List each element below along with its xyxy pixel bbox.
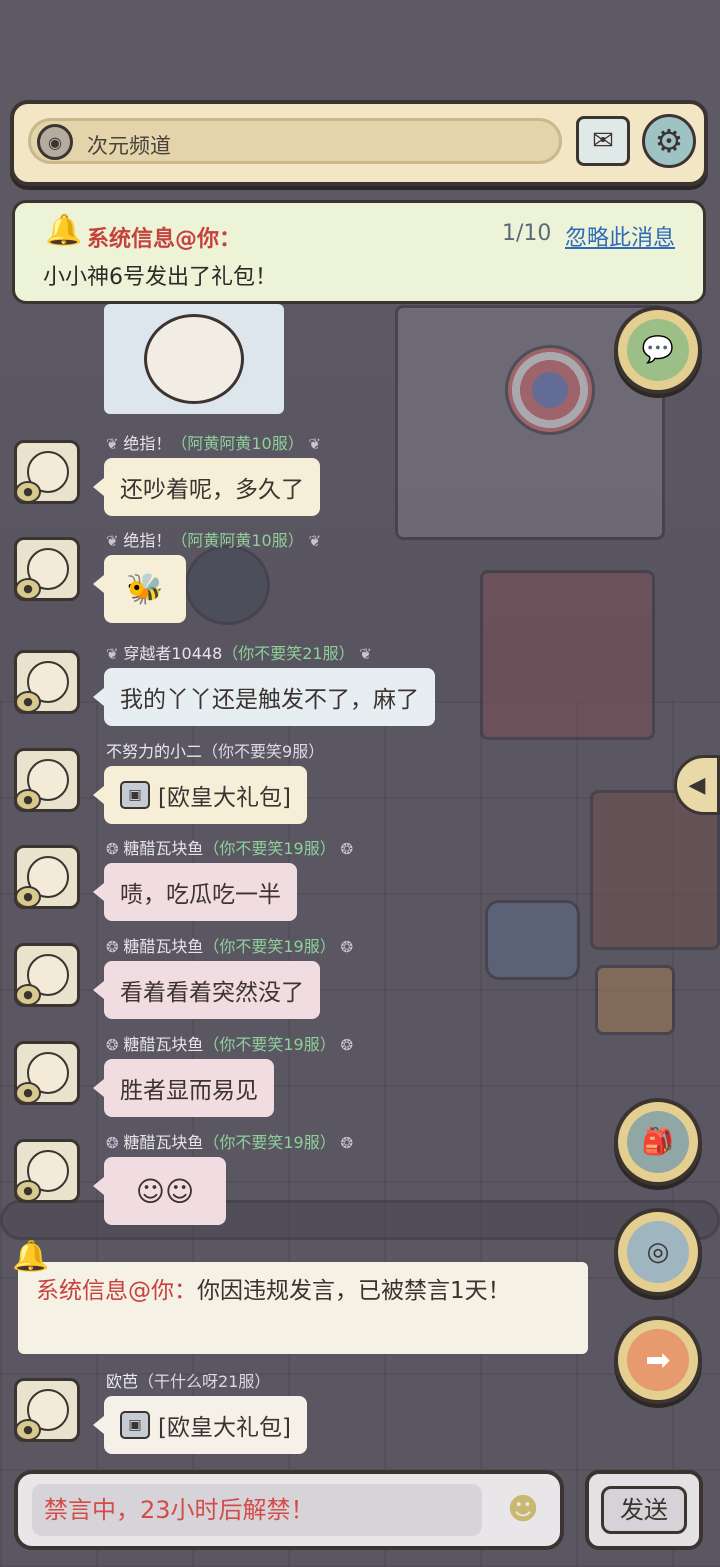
sticker-bubble[interactable]: 🐝 <box>93 555 186 623</box>
backpack-icon: 🎒 <box>641 1127 675 1157</box>
avatar[interactable]: ● <box>14 1378 80 1442</box>
face-emoji-icon: ☺☺ <box>135 1174 195 1208</box>
system-label: 系统信息@你： <box>36 1278 197 1304</box>
portal-icon: ◎ <box>646 1237 670 1267</box>
bee-sticker-icon: 🐝 <box>126 571 164 607</box>
system-mute-message: 🔔 系统信息@你：你因违规发言，已被禁言1天！ <box>12 1240 588 1354</box>
system-notice-banner: 🔔 系统信息@你： 1/10 忽略此消息 小小神6号发出了礼包！ <box>12 200 706 304</box>
avatar[interactable]: ● <box>14 845 80 909</box>
bell-icon: 🔔 <box>45 213 83 248</box>
eye-icon: ● <box>17 886 41 906</box>
robot-prop <box>485 900 580 980</box>
channel-selector[interactable]: ◉ 次元频道 <box>28 118 562 164</box>
title-badge-icon: ❦ <box>106 645 124 663</box>
channel-name: 次元频道 <box>87 134 171 158</box>
avatar[interactable]: ● <box>14 1041 80 1105</box>
sender-name: ❦ 绝指！（阿黄阿黄10服） ❦ <box>106 531 322 550</box>
avatar[interactable]: ● <box>14 537 80 601</box>
ignore-message-link[interactable]: 忽略此消息 <box>565 220 675 252</box>
message-text: 胜者显而易见 <box>120 1078 258 1104</box>
eye-icon: ● <box>17 578 41 598</box>
system-text: 你因违规发言，已被禁言1天！ <box>197 1278 511 1304</box>
avatar[interactable]: ● <box>14 650 80 714</box>
message-bubble[interactable]: 胜者显而易见 <box>93 1059 274 1117</box>
sender-name: ❦ 绝指！（阿黄阿黄10服） ❦ <box>106 434 322 453</box>
monitor-prop <box>185 545 270 625</box>
sender-name: ❂ 糖醋瓦块鱼（你不要笑19服） ❂ <box>106 1035 354 1054</box>
title-badge-icon: ❦ <box>106 532 124 550</box>
message-bubble[interactable]: 啧，吃瓜吃一半 <box>93 863 297 921</box>
gift-bubble[interactable]: ▣ [欧皇大礼包] <box>93 1396 307 1454</box>
send-button[interactable]: 发送 <box>585 1470 703 1550</box>
next-button[interactable]: ➡ <box>614 1316 702 1404</box>
sticker-image[interactable] <box>104 304 284 414</box>
parcel-prop <box>595 965 675 1035</box>
message-text: 啧，吃瓜吃一半 <box>120 882 281 908</box>
title-badge-icon: ❂ <box>106 1036 124 1054</box>
gift-icon: ▣ <box>120 781 150 809</box>
notice-body: 小小神6号发出了礼包！ <box>43 265 277 290</box>
title-badge-icon: ❂ <box>106 938 124 956</box>
notice-title: 系统信息@你： <box>87 227 242 252</box>
gear-icon: ⚙ <box>654 122 684 160</box>
eye-icon: ● <box>17 1082 41 1102</box>
message-bubble[interactable]: 看着看着突然没了 <box>93 961 320 1019</box>
message-bubble[interactable]: 还吵着呢，多久了 <box>93 458 320 516</box>
title-badge-icon: ❂ <box>106 1134 124 1152</box>
message-input-bar: 禁言中，23小时后解禁！ ☻ <box>14 1470 564 1550</box>
backpack-button[interactable]: 🎒 <box>614 1098 702 1186</box>
portal-button[interactable]: ◎ <box>614 1208 702 1296</box>
title-badge-icon: ❦ <box>106 435 124 453</box>
triangle-left-icon: ◀ <box>688 772 706 798</box>
avatar[interactable]: ● <box>14 943 80 1007</box>
message-text: 看着看着突然没了 <box>120 980 304 1006</box>
emoji-icon[interactable]: ☻ <box>498 1484 548 1536</box>
sticker-bubble[interactable]: ☺☺ <box>93 1157 226 1225</box>
eye-icon: ● <box>17 481 41 501</box>
gift-bubble[interactable]: ▣ [欧皇大礼包] <box>93 766 307 824</box>
shield-prop <box>505 345 595 435</box>
bell-icon: 🔔 <box>12 1239 50 1274</box>
eye-icon: ● <box>17 1419 41 1439</box>
sender-name: 欧芭（干什么呀21服） <box>106 1372 271 1391</box>
mail-icon: ✉ <box>592 126 614 156</box>
notice-counter: 1/10 <box>502 221 552 246</box>
sender-name: ❂ 糖醋瓦块鱼（你不要笑19服） ❂ <box>106 1133 354 1152</box>
message-text: [欧皇大礼包] <box>158 1415 291 1441</box>
message-text: [欧皇大礼包] <box>158 785 291 811</box>
sender-name: 不努力的小二（你不要笑9服） <box>106 742 325 761</box>
message-bubble[interactable]: 我的丫丫还是触发不了，麻了 <box>93 668 435 726</box>
eye-icon: ● <box>17 691 41 711</box>
message-text: 我的丫丫还是触发不了，麻了 <box>120 687 419 713</box>
title-badge-icon: ❂ <box>106 840 124 858</box>
avatar[interactable]: ● <box>14 1139 80 1203</box>
avatar[interactable]: ● <box>14 748 80 812</box>
portal-icon: ◉ <box>37 124 73 160</box>
eye-icon: ● <box>17 1180 41 1200</box>
sender-name: ❂ 糖醋瓦块鱼（你不要笑19服） ❂ <box>106 937 354 956</box>
eye-icon: ● <box>17 984 41 1004</box>
muted-input-field[interactable]: 禁言中，23小时后解禁！ <box>32 1484 482 1536</box>
avatar[interactable]: ● <box>14 440 80 504</box>
sender-name: ❂ 糖醋瓦块鱼（你不要笑19服） ❂ <box>106 839 354 858</box>
arrow-right-icon: ➡ <box>645 1342 671 1378</box>
channel-header: ◉ 次元频道 ✉ ⚙ <box>10 100 708 186</box>
sender-name: ❦ 穿越者10448（你不要笑21服） ❦ <box>106 644 372 663</box>
gift-icon: ▣ <box>120 1411 150 1439</box>
message-text: 还吵着呢，多久了 <box>120 477 304 503</box>
settings-button[interactable]: ⚙ <box>642 114 696 168</box>
chat-toggle-button[interactable]: 💬 <box>614 306 702 394</box>
send-label: 发送 <box>601 1486 687 1534</box>
chat-bubbles-icon: 💬 <box>641 335 675 365</box>
mail-button[interactable]: ✉ <box>576 116 630 166</box>
box-prop <box>480 570 655 740</box>
eye-icon: ● <box>17 789 41 809</box>
